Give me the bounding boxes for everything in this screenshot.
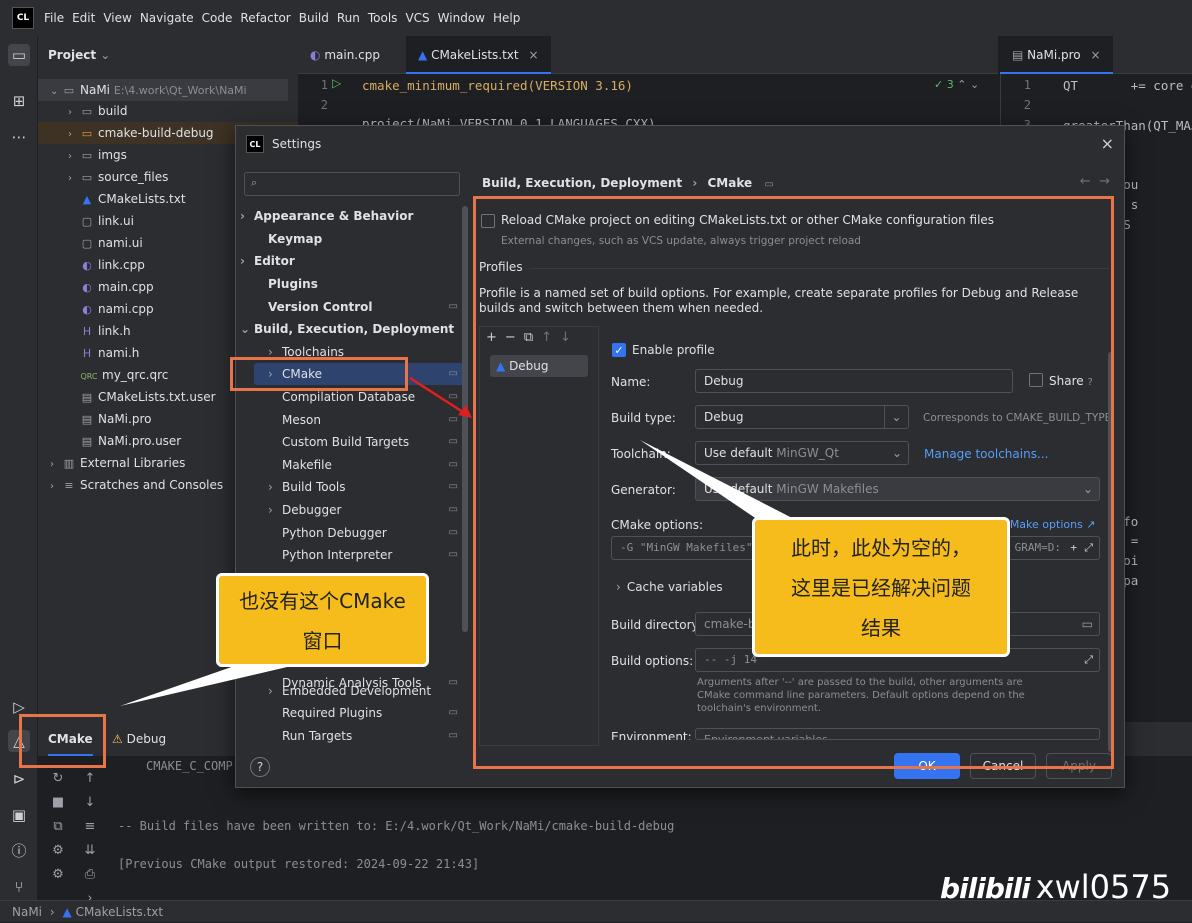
callout-text: 此时，此处为空的， (791, 536, 971, 560)
callout-text: 结果 (861, 616, 901, 640)
watermark-user: xwl0575 (1035, 868, 1172, 906)
callout-right: 此时，此处为空的， 这里是已经解决问题 结果 (752, 517, 1010, 657)
callout-left: 也没有这个CMake 窗口 (216, 573, 429, 667)
callout-text: 这里是已经解决问题 (791, 576, 971, 600)
annotation-arrows (120, 376, 800, 706)
callout-tail-left (120, 664, 300, 706)
callout-text: 也没有这个CMake (239, 589, 406, 613)
red-arrow-line (409, 376, 467, 416)
callout-tail-right (640, 440, 800, 528)
watermark: bilibili xwl0575 (940, 868, 1192, 918)
callout-text: 窗口 (302, 629, 343, 653)
watermark-logo: bilibili (940, 872, 1031, 905)
